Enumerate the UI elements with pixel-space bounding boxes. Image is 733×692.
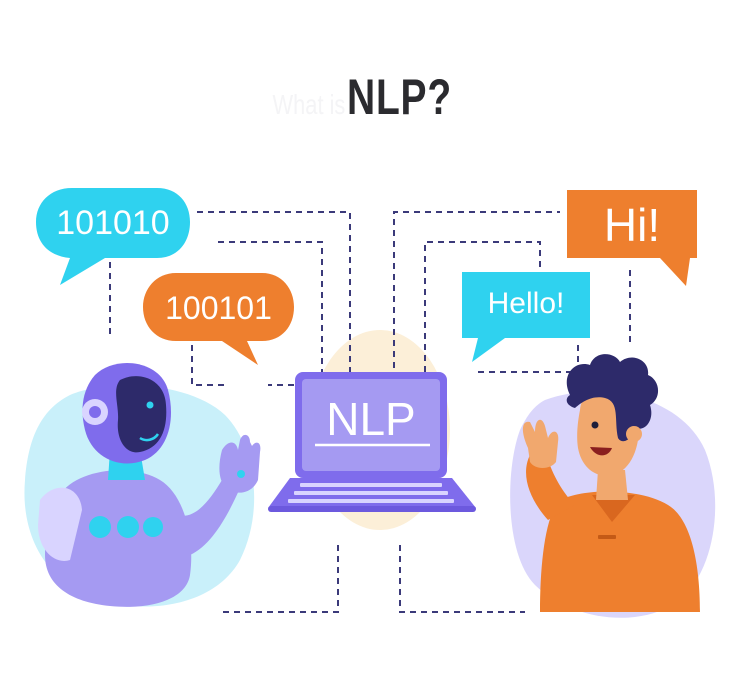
laptop-keys (288, 483, 454, 503)
connector-bottom-right (399, 545, 525, 613)
robot-chest-light-2 (117, 516, 139, 538)
connector-robot-mid (191, 345, 225, 386)
human-eye (591, 421, 599, 429)
bubble-human-bottom-text: Hello! (487, 287, 565, 320)
robot-ear-inner (89, 406, 101, 418)
robot-chest-light-3 (143, 517, 163, 537)
title-prefix: What is (272, 89, 345, 120)
human-pocket (598, 535, 616, 539)
bubble-robot-top-text: 101010 (56, 204, 170, 242)
laptop-screen-label: NLP (326, 393, 416, 445)
bubble-robot-bottom-text: 100101 (165, 290, 272, 326)
robot-eye (146, 401, 154, 409)
connector-human-mid (478, 345, 579, 373)
laptop-hinge (268, 506, 476, 512)
title-main: NLP? (346, 69, 452, 125)
human-ear (626, 426, 642, 442)
bubble-human-top-text: Hi! (603, 199, 661, 251)
robot-palm-dot (237, 470, 245, 478)
nlp-illustration: What isNLP? 101010 100101 Hi! Hello! NLP (0, 0, 733, 692)
page-title: What isNLP? (0, 68, 733, 126)
robot-chest-light-1 (89, 516, 111, 538)
